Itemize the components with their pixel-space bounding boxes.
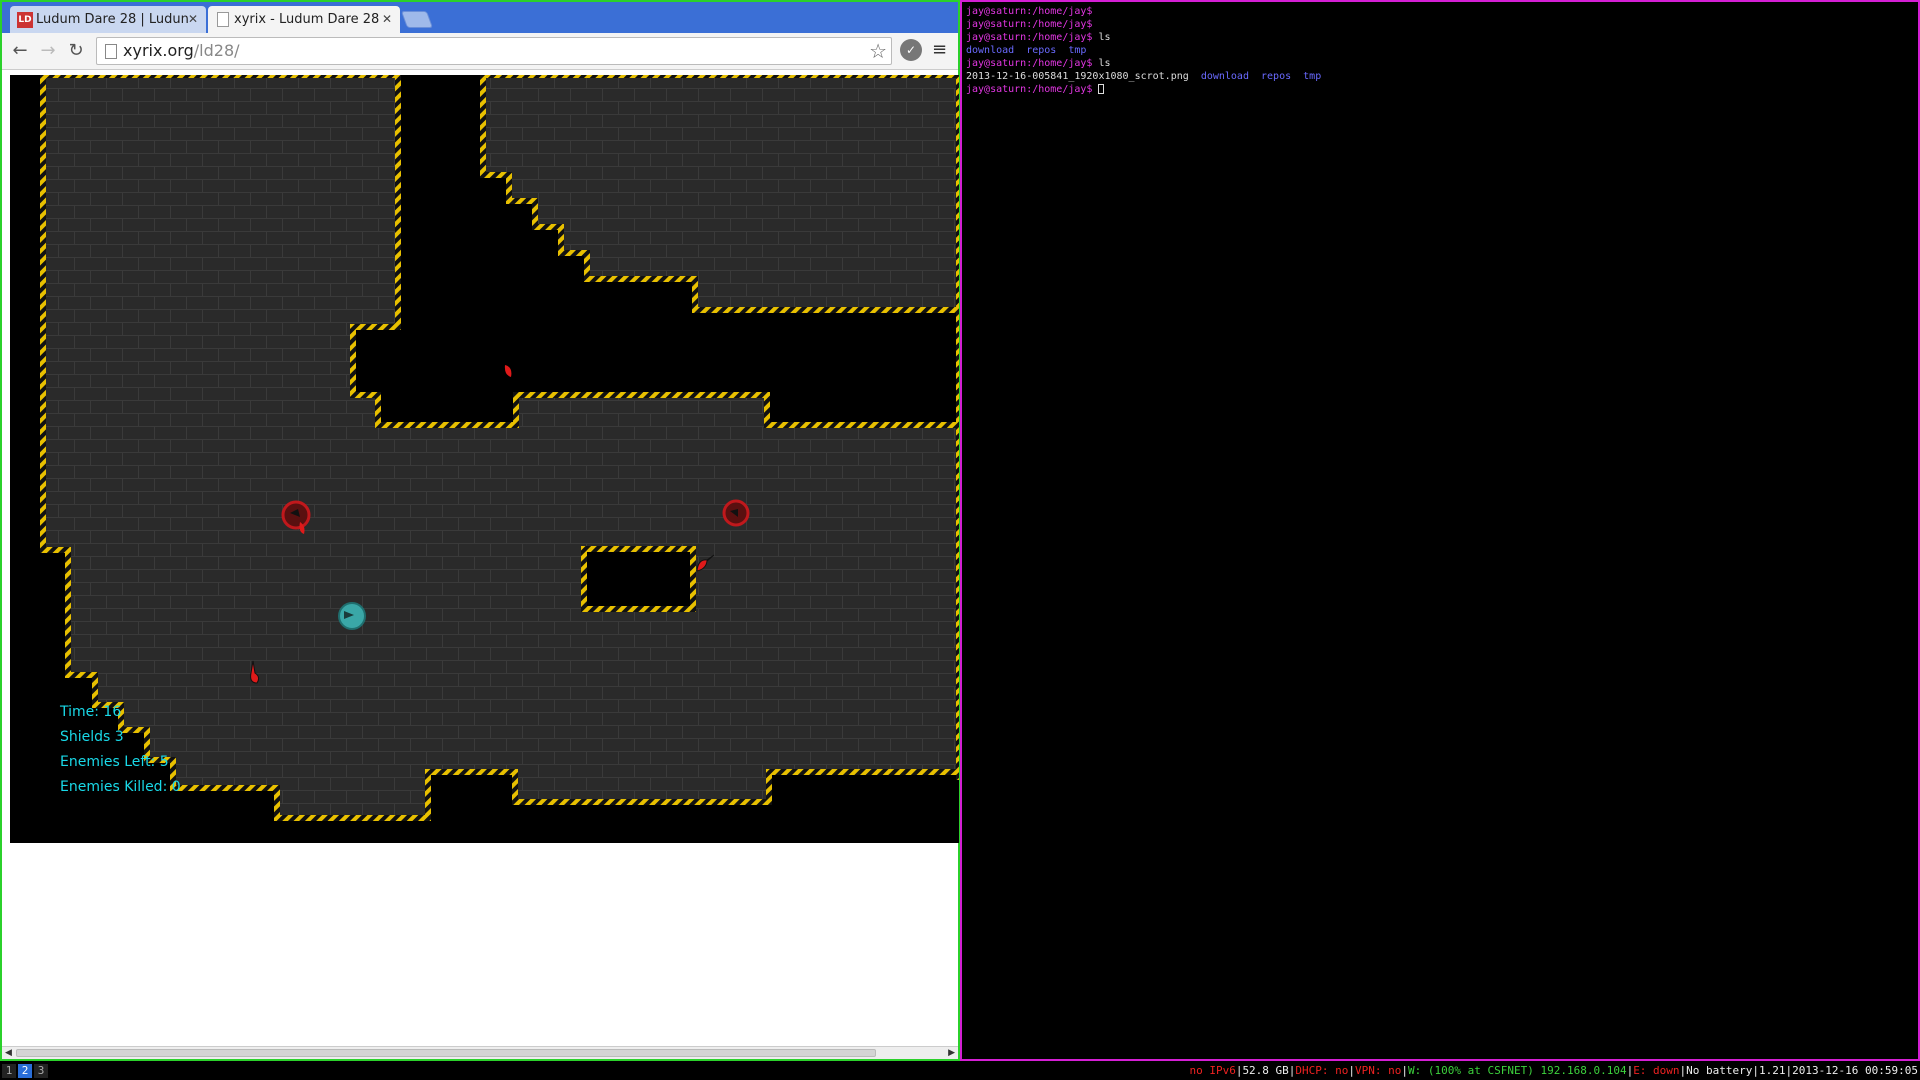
shell-command: ls (1092, 32, 1111, 43)
game-canvas[interactable]: Time: 16 Shields 3 Enemies Left: 5 Enemi… (10, 75, 959, 843)
system-status: no IPv6|52.8 GB|DHCP: no|VPN: no|W: (100… (1189, 1064, 1918, 1077)
url-text[interactable]: xyrix.org/ld28/ (123, 41, 240, 60)
hud-shields: Shields 3 (60, 729, 124, 745)
page-viewport: Time: 16 Shields 3 Enemies Left: 5 Enemi… (2, 70, 959, 1052)
back-arrow-icon[interactable]: ← (8, 39, 32, 63)
reload-icon[interactable]: ↻ (64, 39, 88, 63)
close-tab-icon[interactable]: ✕ (382, 6, 392, 33)
browser-window: LD Ludum Dare 28 | Ludun ✕ xyrix - Ludum… (0, 0, 960, 1061)
shell-prompt: jay@saturn:/home/jay$ (966, 19, 1093, 30)
ethernet-status: E: down (1633, 1064, 1680, 1077)
ls-directories: download repos tmp (966, 45, 1087, 56)
datetime-status: 2013-12-16 00:59:05 (1792, 1064, 1918, 1077)
dhcp-status: DHCP: no (1295, 1064, 1349, 1077)
status-bar: 1 2 3 no IPv6|52.8 GB|DHCP: no|VPN: no|W… (0, 1061, 1920, 1080)
tab-ludum-dare[interactable]: LD Ludum Dare 28 | Ludun ✕ (10, 6, 206, 33)
game-hud: Time: 16 Shields 3 Enemies Left: 5 Enemi… (60, 700, 181, 800)
browser-toolbar: ← → ↻ xyrix.org/ld28/ ☆ ✓ ≡ (2, 33, 958, 70)
extension-icon[interactable]: ✓ (900, 39, 922, 61)
shell-prompt: jay@saturn:/home/jay$ (966, 58, 1093, 69)
bookmark-star-icon[interactable]: ☆ (869, 39, 887, 63)
page-favicon-icon (217, 12, 229, 27)
url-host: xyrix.org (123, 41, 194, 60)
shell-command: ls (1092, 58, 1111, 69)
wifi-status: W: (100% at CSFNET) 192.168.0.104 (1408, 1064, 1627, 1077)
enemy-turret (722, 499, 750, 527)
black-obstacle (581, 546, 696, 612)
terminal-line: jay@saturn:/home/jay$ (966, 5, 1321, 18)
page-icon (105, 44, 117, 59)
shell-prompt: jay@saturn:/home/jay$ (966, 84, 1093, 95)
terminal-window[interactable]: jay@saturn:/home/jay$ jay@saturn:/home/ja… (960, 0, 1920, 1061)
tab-title: Ludum Dare 28 | Ludun (36, 12, 189, 27)
ls-directories: download repos tmp (1200, 71, 1322, 82)
new-tab-button[interactable] (400, 11, 434, 28)
shell-prompt: jay@saturn:/home/jay$ (966, 32, 1093, 43)
address-bar[interactable]: xyrix.org/ld28/ ☆ (96, 37, 892, 65)
enemy-drop (504, 365, 512, 377)
player-ship (338, 602, 366, 630)
hud-enemies-left: Enemies Left: 5 (60, 754, 169, 770)
text-cursor (1098, 84, 1105, 94)
terminal-line: jay@saturn:/home/jay$ (966, 18, 1321, 31)
load-status: 1.21 (1759, 1064, 1786, 1077)
battery-status: No battery (1686, 1064, 1753, 1077)
terminal-line: jay@saturn:/home/jay$ ls (966, 31, 1321, 44)
shell-prompt: jay@saturn:/home/jay$ (966, 6, 1093, 17)
terminal-line: jay@saturn:/home/jay$ ls (966, 57, 1321, 70)
horizontal-scrollbar[interactable]: ◀ ▶ (2, 1046, 958, 1059)
menu-icon[interactable]: ≡ (932, 39, 947, 60)
terminal-output: jay@saturn:/home/jay$ jay@saturn:/home/ja… (966, 5, 1321, 96)
hud-enemies-killed: Enemies Killed: 0 (60, 779, 181, 795)
tab-strip: LD Ludum Dare 28 | Ludun ✕ xyrix - Ludum… (2, 2, 958, 33)
forward-arrow-icon[interactable]: → (36, 39, 60, 63)
disk-status: 52.8 GB (1242, 1064, 1289, 1077)
scrollbar-thumb[interactable] (16, 1049, 876, 1057)
tab-xyrix[interactable]: xyrix - Ludum Dare 28 ✕ (208, 6, 400, 33)
ls-file: 2013-12-16-005841_1920x1080_scrot.png (966, 71, 1189, 82)
hud-time: Time: 16 (60, 704, 122, 720)
scroll-left-icon[interactable]: ◀ (5, 1047, 12, 1059)
terminal-line: download repos tmp (966, 44, 1321, 57)
url-path: /ld28/ (193, 41, 240, 60)
terminal-line: jay@saturn:/home/jay$ (966, 83, 1321, 96)
ludum-dare-favicon-icon: LD (17, 12, 33, 28)
vpn-status: VPN: no (1355, 1064, 1402, 1077)
workspace-2[interactable]: 2 (18, 1064, 32, 1078)
close-tab-icon[interactable]: ✕ (188, 6, 198, 33)
workspace-3[interactable]: 3 (34, 1064, 48, 1078)
scroll-right-icon[interactable]: ▶ (948, 1047, 955, 1059)
workspace-1[interactable]: 1 (2, 1064, 16, 1078)
terminal-line: 2013-12-16-005841_1920x1080_scrot.png do… (966, 70, 1321, 83)
tab-title: xyrix - Ludum Dare 28 (234, 12, 380, 27)
ipv6-status: no IPv6 (1189, 1064, 1236, 1077)
